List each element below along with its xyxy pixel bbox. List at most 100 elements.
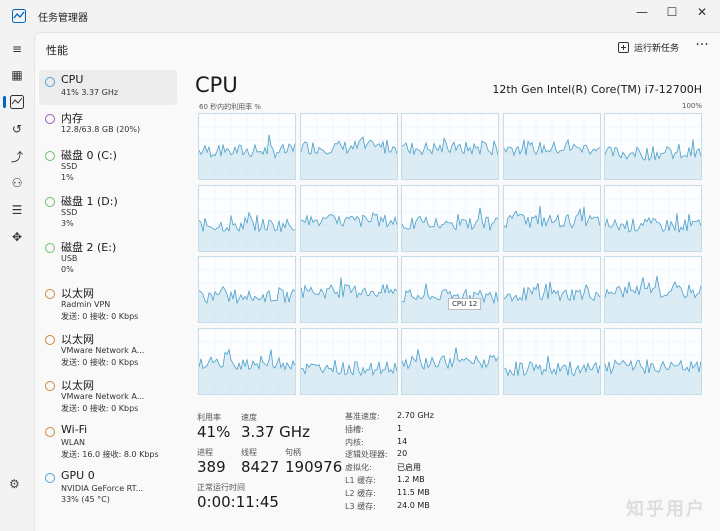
startup-icon[interactable]: ⤴ [8, 147, 26, 165]
sidebar-item-detail: WLAN [61, 438, 86, 447]
minimize-button[interactable]: — [626, 0, 658, 24]
spec-label: L2 缓存: [345, 488, 376, 498]
util-value: 41% [197, 423, 231, 441]
cpu-model: 12th Gen Intel(R) Core(TM) i7-12700H [492, 83, 702, 96]
cpu-core-graph[interactable] [401, 184, 499, 252]
cpu-core-graph[interactable] [401, 113, 499, 180]
cpu-core-graph[interactable] [604, 256, 702, 323]
sidebar-item-detail: 发送: 0 接收: 0 Kbps [61, 358, 139, 367]
processes-label: 进程 [197, 448, 213, 457]
sidebar-item-detail: 发送: 16.0 接收: 8.0 Kbps [61, 450, 159, 459]
sidebar-item[interactable]: Wi-Fi WLAN 发送: 16.0 接收: 8.0 Kbps [39, 420, 177, 464]
spec-value: 2.70 GHz [397, 411, 434, 420]
sidebar-item-detail: 发送: 0 接收: 0 Kbps [61, 312, 139, 321]
sidebar-item[interactable]: 磁盘 2 (E:) USB 0% [39, 236, 177, 280]
spec-value: 已启用 [397, 463, 421, 473]
sidebar-item-detail: 41% 3.37 GHz [61, 88, 119, 97]
run-new-task-button[interactable]: 运行新任务 [618, 41, 679, 54]
uptime-label: 正常运行时间 [197, 483, 245, 492]
sidebar-item[interactable]: CPU 41% 3.37 GHz [39, 70, 177, 105]
cpu-core-graph[interactable] [198, 113, 296, 180]
sidebar-item-name: 磁盘 0 (C:) [61, 149, 117, 162]
sidebar-item-name: 以太网 [61, 379, 94, 392]
sidebar-item-name: 内存 [61, 112, 83, 125]
cpu-core-graph[interactable] [299, 113, 398, 180]
cpu-core-graph[interactable] [604, 184, 702, 252]
main-pane: 性能 运行新任务 ··· CPU 41% 3.37 GHz 内存 12.8/63.8 … [34, 32, 720, 531]
sidebar-item[interactable]: 磁盘 0 (C:) SSD 1% [39, 144, 177, 188]
title-bar: 任务管理器 — ☐ ✕ [0, 0, 720, 32]
sidebar-item[interactable]: 以太网 VMware Network A... 发送: 0 接收: 0 Kbps [39, 328, 177, 372]
cpu-core-graph[interactable] [299, 256, 398, 323]
speed-value: 3.37 GHz [241, 423, 310, 441]
sidebar-status-icon [45, 335, 55, 345]
sidebar-status-icon [45, 289, 55, 299]
history-icon[interactable]: ↺ [8, 120, 26, 138]
maximize-button[interactable]: ☐ [656, 0, 688, 24]
services-icon[interactable]: ✥ [8, 228, 26, 246]
sidebar-status-icon [45, 77, 55, 87]
spec-value: 11.5 MB [397, 487, 430, 497]
core-tooltip: CPU 12 [448, 298, 482, 310]
page-title: 性能 [46, 44, 68, 57]
sidebar-item[interactable]: 以太网 Radmin VPN 发送: 0 接收: 0 Kbps [39, 282, 177, 326]
sidebar-item-name: 以太网 [61, 287, 94, 300]
speed-label: 速度 [241, 413, 257, 422]
threads-label: 线程 [241, 448, 257, 457]
close-icon: ✕ [696, 5, 708, 19]
performance-icon[interactable] [8, 93, 26, 111]
close-button[interactable]: ✕ [686, 0, 718, 24]
sidebar-item[interactable]: 内存 12.8/63.8 GB (20%) [39, 107, 177, 142]
sidebar-item-detail: 1% [61, 173, 74, 182]
more-options-button[interactable]: ··· [690, 37, 714, 59]
cpu-core-graph[interactable] [198, 327, 296, 395]
watermark: 知乎用户 [626, 499, 706, 520]
spec-label: 基准速度: [345, 412, 380, 421]
sidebar-status-icon [45, 243, 55, 253]
sidebar-item-detail: USB [61, 254, 78, 263]
cpu-core-graph[interactable] [604, 113, 702, 180]
cpu-core-graph[interactable] [502, 327, 601, 395]
active-indicator [3, 96, 6, 108]
settings-icon[interactable]: ⚙ [9, 477, 20, 491]
cpu-core-graph[interactable] [198, 184, 296, 252]
cpu-core-graph[interactable] [299, 327, 398, 395]
maximize-icon: ☐ [666, 5, 678, 19]
sidebar-item[interactable]: GPU 0 NVIDIA GeForce RT... 33% (45 °C) [39, 466, 177, 510]
spec-value: 24.0 MB [397, 500, 430, 510]
cpu-core-graph[interactable] [401, 327, 499, 395]
sidebar-item-name: CPU [61, 73, 84, 86]
sidebar-item[interactable]: 磁盘 1 (D:) SSD 3% [39, 190, 177, 234]
details-icon[interactable]: ☰ [8, 201, 26, 219]
sidebar-item-name: 磁盘 1 (D:) [61, 195, 118, 208]
cpu-core-graph[interactable] [604, 327, 702, 395]
cpu-title: CPU [195, 73, 238, 97]
run-task-icon [618, 42, 629, 53]
uptime-value: 0:00:11:45 [197, 493, 279, 511]
sidebar-item-detail: 发送: 0 接收: 0 Kbps [61, 404, 139, 413]
processes-icon[interactable]: ▦ [8, 66, 26, 84]
cpu-core-graph[interactable] [299, 184, 398, 252]
users-icon[interactable]: ⚇ [8, 174, 26, 192]
resource-list: CPU 41% 3.37 GHz 内存 12.8/63.8 GB (20%) 磁盘 0 … [39, 70, 179, 530]
spec-label: 内核: [345, 437, 364, 447]
hamburger-icon[interactable]: ≡ [8, 40, 26, 58]
sidebar-item-detail: 0% [61, 265, 74, 274]
sidebar-item-detail: 3% [61, 219, 74, 228]
spec-value: 14 [397, 436, 408, 446]
sidebar-item-detail: Radmin VPN [61, 300, 111, 309]
cpu-core-graph[interactable] [502, 256, 601, 323]
sidebar-item-name: GPU 0 [61, 469, 95, 482]
cpu-core-graph[interactable] [198, 256, 296, 323]
processes-value: 389 [197, 458, 226, 476]
sidebar-item-detail: NVIDIA GeForce RT... [61, 484, 144, 493]
sidebar-item[interactable]: 以太网 VMware Network A... 发送: 0 接收: 0 Kbps [39, 374, 177, 418]
spec-value: 1.2 MB [397, 475, 425, 484]
sidebar-item-detail: SSD [61, 162, 78, 171]
window-title: 任务管理器 [38, 13, 88, 24]
cpu-core-graph[interactable] [502, 184, 601, 252]
sidebar-status-icon [45, 151, 55, 161]
spec-label: 插槽: [345, 424, 364, 434]
cpu-core-graph[interactable] [401, 256, 499, 323]
cpu-core-graph[interactable] [502, 113, 601, 180]
